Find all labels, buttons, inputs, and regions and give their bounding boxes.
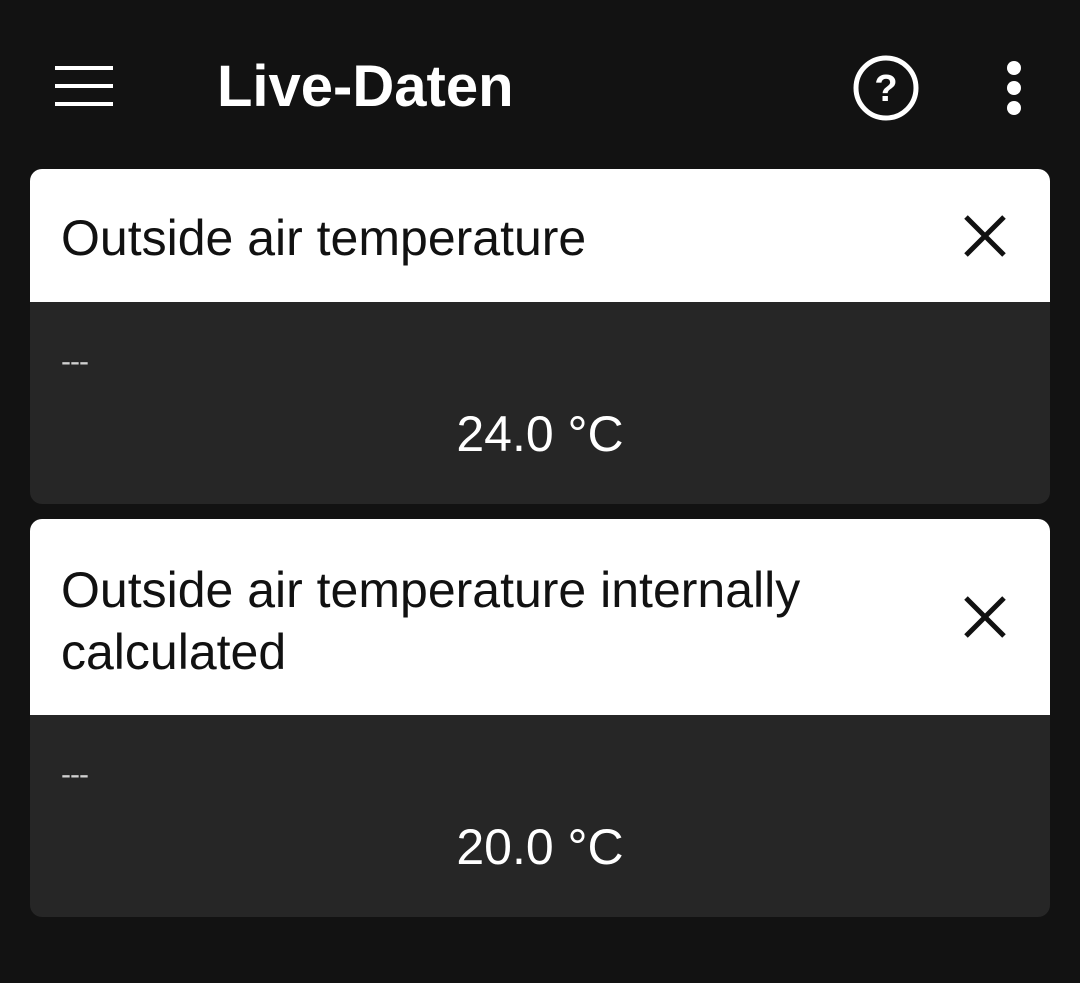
card-header: Outside air temperature internally calcu… — [30, 519, 1050, 715]
card-body: --- 20.0 °C — [30, 715, 1050, 917]
card-header: Outside air temperature — [30, 169, 1050, 302]
close-icon — [964, 596, 1006, 638]
more-options-button[interactable] — [984, 48, 1044, 128]
remove-card-button[interactable] — [950, 582, 1020, 652]
live-data-card: Outside air temperature internally calcu… — [30, 519, 1050, 917]
card-title: Outside air temperature — [61, 210, 587, 266]
app-screen: Live-Daten ? Outside air temperature ---… — [0, 0, 1080, 983]
svg-text:?: ? — [874, 68, 897, 110]
hamburger-menu-icon — [55, 66, 113, 106]
card-body: --- 24.0 °C — [30, 302, 1050, 504]
more-vert-icon — [1007, 61, 1021, 115]
card-value: 24.0 °C — [456, 406, 624, 462]
remove-card-button[interactable] — [950, 201, 1020, 271]
top-app-bar: Live-Daten ? — [0, 0, 1080, 170]
close-icon — [964, 215, 1006, 257]
page-title: Live-Daten — [217, 54, 514, 119]
help-circle-icon: ? — [853, 55, 919, 121]
card-label: --- — [61, 758, 89, 791]
card-value: 20.0 °C — [456, 819, 624, 875]
card-title: Outside air temperature internally calcu… — [61, 562, 801, 680]
menu-button[interactable] — [40, 46, 128, 126]
help-button[interactable]: ? — [846, 48, 926, 128]
live-data-card: Outside air temperature --- 24.0 °C — [30, 169, 1050, 504]
card-label: --- — [61, 345, 89, 378]
